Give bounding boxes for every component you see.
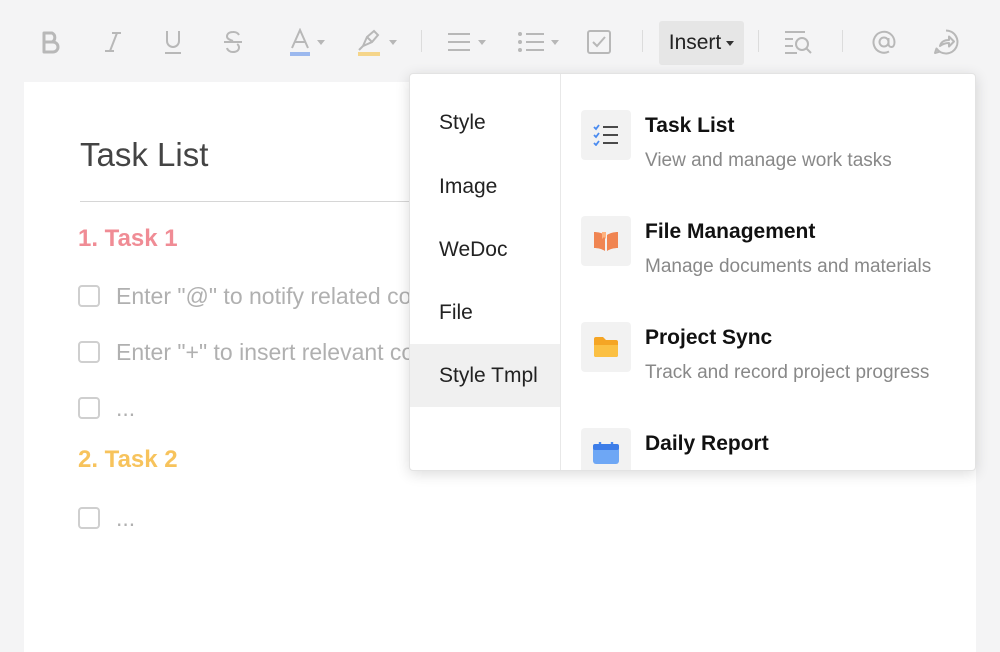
todo-checkbox[interactable] (78, 507, 100, 529)
bullet-list-button[interactable] (512, 22, 564, 62)
font-color-icon (290, 28, 310, 56)
section-heading[interactable]: 2. Task 2 (78, 446, 178, 474)
insert-button-label: Insert (668, 31, 722, 54)
align-icon (448, 33, 470, 51)
calendar-icon (581, 428, 631, 470)
menu-item-wedoc[interactable]: WeDoc (410, 218, 560, 281)
align-button[interactable] (440, 22, 492, 62)
highlight-icon (358, 29, 380, 56)
bullet-list-icon (518, 32, 544, 52)
menu-item-style[interactable]: Style (410, 91, 560, 154)
template-list: Task List View and manage work tasks Fil… (561, 74, 975, 470)
template-task-list[interactable]: Task List View and manage work tasks (581, 110, 971, 190)
document-title[interactable]: Task List (80, 136, 208, 174)
insert-menu-button[interactable]: Insert (659, 21, 744, 65)
insert-dropdown: Style Image WeDoc File Style Tmpl Task L… (409, 73, 976, 471)
template-title: File Management (645, 220, 816, 243)
toolbar-divider (642, 30, 643, 52)
menu-item-image[interactable]: Image (410, 155, 560, 218)
todo-checkbox[interactable] (78, 341, 100, 363)
bold-icon[interactable] (36, 22, 66, 62)
menu-item-file[interactable]: File (410, 281, 560, 344)
todo-checkbox[interactable] (78, 397, 100, 419)
menu-item-style-tmpl[interactable]: Style Tmpl (410, 344, 560, 407)
folder-icon (581, 322, 631, 372)
title-divider (80, 201, 460, 202)
insert-category-list: Style Image WeDoc File Style Tmpl (410, 74, 561, 470)
todo-text: ... (116, 394, 136, 421)
book-icon (581, 216, 631, 266)
chevron-down-icon (389, 39, 397, 45)
template-project-sync[interactable]: Project Sync Track and record project pr… (581, 322, 971, 402)
find-replace-icon[interactable] (782, 22, 814, 62)
toolbar-divider (421, 30, 422, 52)
template-file-management[interactable]: File Management Manage documents and mat… (581, 216, 971, 296)
toolbar-divider (842, 30, 843, 52)
mention-icon[interactable] (868, 22, 900, 62)
chevron-down-icon (726, 40, 735, 46)
share-icon[interactable] (930, 22, 962, 62)
chevron-down-icon (551, 39, 559, 45)
template-description: View and manage work tasks (645, 150, 892, 171)
italic-icon[interactable] (98, 22, 128, 62)
todo-item[interactable]: ... (78, 393, 135, 423)
editor-toolbar: Insert (0, 0, 1000, 84)
font-color-button[interactable] (282, 22, 332, 62)
chevron-down-icon (317, 39, 325, 45)
chevron-down-icon (478, 39, 486, 45)
checkbox-icon[interactable] (584, 22, 614, 62)
template-title: Project Sync (645, 326, 773, 349)
section-heading[interactable]: 1. Task 1 (78, 225, 178, 253)
template-title: Daily Report (645, 432, 769, 455)
template-description: Track and record project progress (645, 362, 930, 383)
template-description: Manage documents and materials (645, 256, 932, 277)
todo-text: ... (116, 504, 136, 531)
template-daily-report[interactable]: Daily Report (581, 428, 971, 470)
toolbar-divider (758, 30, 759, 52)
todo-checkbox[interactable] (78, 285, 100, 307)
strikethrough-icon[interactable] (218, 22, 248, 62)
checklist-icon (581, 110, 631, 160)
highlight-button[interactable] (352, 22, 402, 62)
template-title: Task List (645, 114, 735, 137)
todo-item[interactable]: Enter "+" to insert relevant content (78, 337, 465, 367)
underline-icon[interactable] (158, 22, 188, 62)
todo-item[interactable]: ... (78, 503, 135, 533)
